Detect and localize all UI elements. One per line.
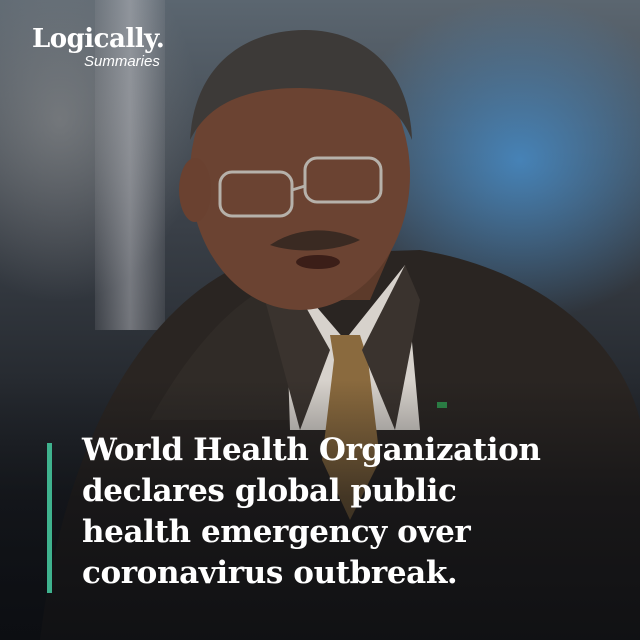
headline: World Health Organization declares globa… <box>82 430 622 594</box>
brand-subtitle: Summaries <box>84 53 160 70</box>
headline-line: health emergency over <box>82 514 471 550</box>
news-card: Logically. Summaries World Health Organi… <box>0 0 640 640</box>
accent-bar <box>47 443 52 593</box>
headline-line: declares global public <box>82 473 457 509</box>
brand-logo: Logically. Summaries <box>32 24 165 70</box>
headline-line: coronavirus outbreak. <box>82 555 458 591</box>
headline-line: World Health Organization <box>82 432 541 468</box>
brand-name: Logically. <box>32 24 165 54</box>
